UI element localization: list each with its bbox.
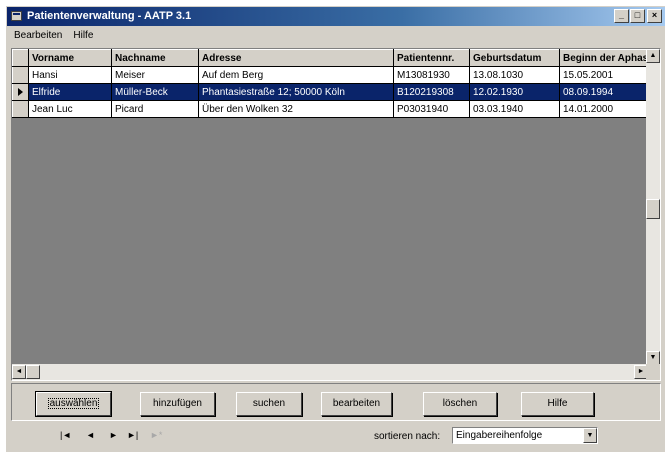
header-row: Vorname Nachname Adresse Patientennr. Ge…	[12, 49, 653, 67]
row-selector[interactable]	[12, 100, 29, 118]
column-header-nachname[interactable]: Nachname	[111, 49, 199, 67]
new-record-icon[interactable]: ►*	[150, 430, 162, 440]
cell-nachname[interactable]: Picard	[111, 100, 199, 118]
cell-beginn[interactable]: 14.01.2000	[559, 100, 653, 118]
menu-bar: Bearbeiten Hilfe	[7, 27, 665, 44]
horizontal-scrollbar[interactable]: ◄ ►	[12, 364, 648, 380]
previous-record-icon[interactable]: ◄	[86, 430, 95, 440]
chevron-down-icon[interactable]: ▼	[583, 428, 597, 443]
horizontal-scroll-thumb[interactable]	[26, 365, 40, 379]
column-header-vorname[interactable]: Vorname	[28, 49, 112, 67]
patient-grid: Vorname Nachname Adresse Patientennr. Ge…	[11, 48, 661, 381]
patient-table: Vorname Nachname Adresse Patientennr. Ge…	[12, 49, 653, 118]
scroll-left-icon[interactable]: ◄	[12, 365, 26, 379]
hilfe-button[interactable]: Hilfe	[521, 392, 594, 416]
window-controls: _ □ ×	[613, 9, 662, 24]
column-header-geburtsdatum[interactable]: Geburtsdatum	[469, 49, 560, 67]
record-navigation-bar: |◄ ◄ ► ►| ►* sortieren nach: Eingabereih…	[11, 424, 661, 448]
row-selector[interactable]	[12, 83, 29, 101]
table-row[interactable]: Hansi Meiser Auf dem Berg M13081930 13.0…	[12, 66, 653, 84]
cell-nachname[interactable]: Meiser	[111, 66, 199, 84]
window-title: Patientenverwaltung - AATP 3.1	[27, 10, 192, 22]
cell-geburtsdatum[interactable]: 12.02.1930	[469, 83, 560, 101]
title-bar[interactable]: Patientenverwaltung - AATP 3.1 _ □ ×	[7, 7, 665, 26]
corner-header[interactable]	[12, 49, 29, 67]
cell-patientennr[interactable]: B120219308	[393, 83, 470, 101]
maximize-button[interactable]: □	[630, 9, 645, 23]
scroll-down-icon[interactable]: ▼	[646, 351, 660, 365]
suchen-button[interactable]: suchen	[236, 392, 302, 416]
loeschen-button[interactable]: löschen	[423, 392, 497, 416]
scroll-corner	[646, 364, 660, 380]
cell-patientennr[interactable]: M13081930	[393, 66, 470, 84]
cell-beginn[interactable]: 08.09.1994	[559, 83, 653, 101]
column-header-adresse[interactable]: Adresse	[198, 49, 394, 67]
cell-adresse[interactable]: Auf dem Berg	[198, 66, 394, 84]
menu-bearbeiten[interactable]: Bearbeiten	[10, 27, 66, 44]
cell-vorname[interactable]: Jean Luc	[28, 100, 112, 118]
cell-geburtsdatum[interactable]: 03.03.1940	[469, 100, 560, 118]
sort-selected-value: Eingabereihenfolge	[456, 430, 543, 441]
first-record-icon[interactable]: |◄	[60, 430, 71, 440]
last-record-icon[interactable]: ►|	[127, 430, 138, 440]
auswaehlen-label: auswählen	[47, 398, 100, 409]
current-row-pointer-icon	[18, 87, 23, 96]
bearbeiten-button[interactable]: bearbeiten	[321, 392, 392, 416]
cell-patientennr[interactable]: P03031940	[393, 100, 470, 118]
close-button[interactable]: ×	[647, 9, 662, 23]
cell-adresse[interactable]: Über den Wolken 32	[198, 100, 394, 118]
next-record-icon[interactable]: ►	[109, 430, 118, 440]
table-row[interactable]: Jean Luc Picard Über den Wolken 32 P0303…	[12, 100, 653, 118]
cell-vorname[interactable]: Elfride	[28, 83, 112, 101]
row-selector[interactable]	[12, 66, 29, 84]
main-window: Patientenverwaltung - AATP 3.1 _ □ × Bea…	[6, 6, 665, 452]
sort-label: sortieren nach:	[374, 431, 441, 442]
column-header-beginn[interactable]: Beginn der Aphas	[558, 49, 653, 67]
hinzufuegen-button[interactable]: hinzufügen	[140, 392, 215, 416]
minimize-button[interactable]: _	[614, 9, 629, 23]
cell-beginn[interactable]: 15.05.2001	[559, 66, 653, 84]
column-header-patientennr[interactable]: Patientennr.	[393, 49, 470, 67]
auswaehlen-button[interactable]: auswählen	[35, 391, 112, 417]
app-icon	[11, 11, 22, 21]
sort-select[interactable]: Eingabereihenfolge ▼	[452, 427, 598, 444]
cell-vorname[interactable]: Hansi	[28, 66, 112, 84]
table-row-selected[interactable]: Elfride Müller-Beck Phantasiestraße 12; …	[12, 83, 653, 101]
vertical-scrollbar[interactable]: ▲ ▼	[646, 49, 660, 365]
menu-hilfe[interactable]: Hilfe	[69, 27, 97, 44]
action-button-bar: auswählen hinzufügen suchen bearbeiten l…	[11, 383, 661, 421]
cell-adresse[interactable]: Phantasiestraße 12; 50000 Köln	[198, 83, 394, 101]
cell-nachname[interactable]: Müller-Beck	[111, 83, 199, 101]
scroll-up-icon[interactable]: ▲	[646, 49, 660, 63]
cell-geburtsdatum[interactable]: 13.08.1030	[469, 66, 560, 84]
vertical-scroll-thumb[interactable]	[646, 199, 660, 219]
